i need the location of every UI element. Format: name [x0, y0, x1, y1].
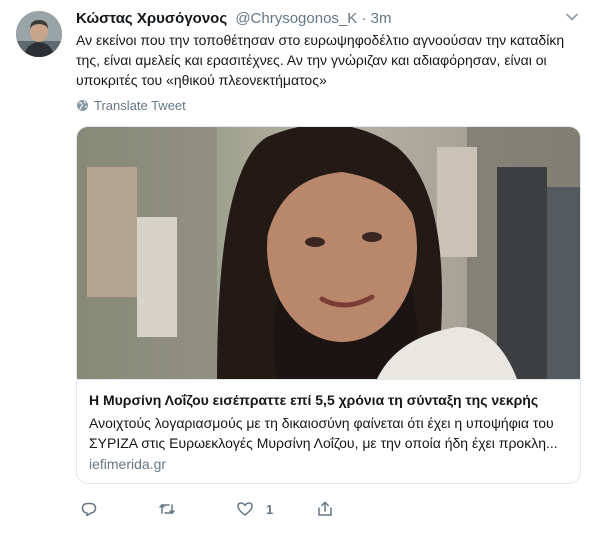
reply-button[interactable]	[80, 500, 110, 518]
translate-label[interactable]: Translate Tweet	[94, 98, 186, 113]
card-description: Ανοιχτούς λογαριασμούς με τη δικαιοσύνη …	[89, 413, 571, 453]
tweet-header: Κώστας Χρυσόγονος @Chrysogonos_K · 3m	[76, 9, 391, 29]
card-body[interactable]: Η Μυρσίνη Λοΐζου εισέπραττε επί 5,5 χρόν…	[77, 379, 580, 483]
card-description-line: Ανοιχτούς λογαριασμούς με τη δικαιοσύνη …	[89, 415, 554, 431]
like-count: 1	[266, 501, 274, 517]
tweet-text-line: υποκριτές του «ηθικού πλεονεκτήματος»	[76, 72, 327, 88]
retweet-icon	[159, 504, 175, 514]
avatar[interactable]	[16, 11, 62, 57]
globe-icon	[77, 100, 88, 111]
card-image[interactable]	[77, 127, 580, 379]
like-button[interactable]: 1	[236, 500, 273, 518]
share-icon	[318, 501, 332, 516]
tweet-text-line: της, είναι αμελείς και ερασιτέχνες. Αν τ…	[76, 52, 547, 68]
avatar-image	[16, 11, 62, 57]
chevron-down-icon[interactable]	[565, 10, 579, 24]
author-handle[interactable]: @Chrysogonos_K	[235, 10, 357, 27]
card-title[interactable]: Η Μυρσίνη Λοΐζου εισέπραττε επί 5,5 χρόν…	[89, 392, 569, 408]
reply-icon	[81, 502, 97, 517]
retweet-button[interactable]	[158, 500, 188, 518]
translate-tweet[interactable]: Translate Tweet	[76, 98, 186, 113]
card-domain[interactable]: iefimerida.gr	[89, 456, 166, 472]
share-button[interactable]	[316, 500, 346, 518]
author-name[interactable]: Κώστας Χρυσόγονος	[76, 10, 227, 27]
card-description-line: ΣΥΡΙΖΑ στις Ευρωεκλογές Μυρσίνη Λοΐζου, …	[89, 435, 558, 451]
timestamp[interactable]: 3m	[371, 10, 392, 27]
tweet-text-line: Αν εκείνοι που την τοποθέτησαν στο ευρωψ…	[76, 32, 565, 48]
tweet-text: Αν εκείνοι που την τοποθέτησαν στο ευρωψ…	[76, 30, 576, 90]
card-photo	[77, 127, 580, 379]
separator: ·	[361, 10, 367, 27]
link-card[interactable]: Η Μυρσίνη Λοΐζου εισέπραττε επί 5,5 χρόν…	[76, 126, 581, 484]
tweet[interactable]: Κώστας Χρυσόγονος @Chrysogonos_K · 3m Αν…	[0, 0, 589, 534]
tweet-actions: 1	[76, 500, 496, 524]
heart-icon	[237, 502, 253, 516]
